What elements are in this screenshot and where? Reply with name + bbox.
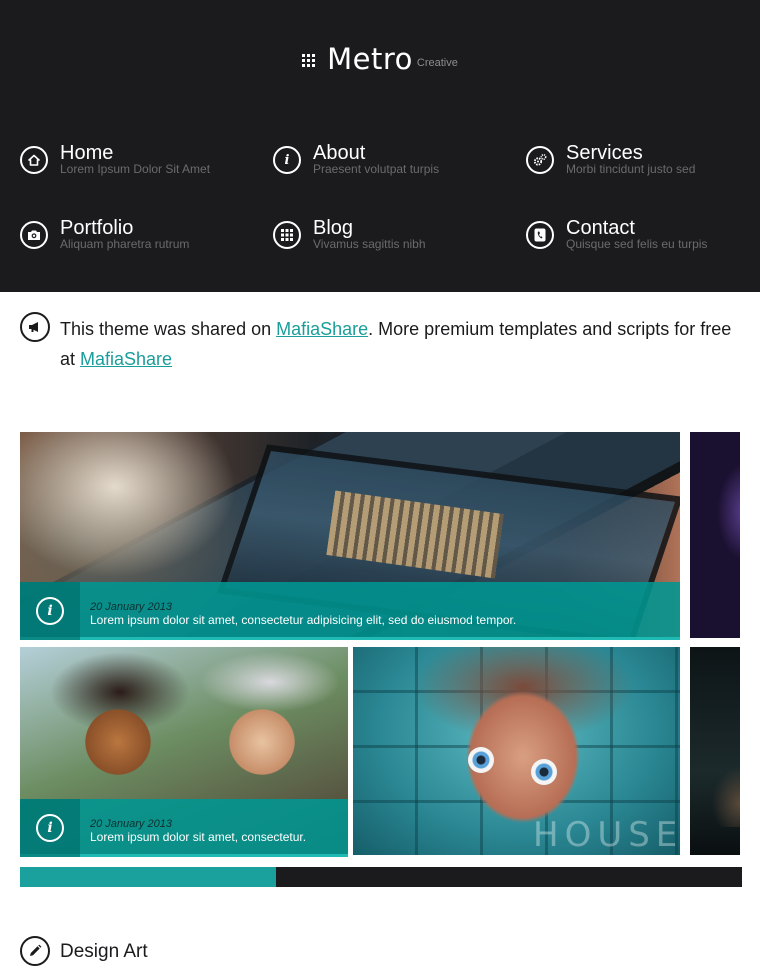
nav-description: Praesent volutpat turpis [313, 162, 440, 176]
nav-description: Quisque sed felis eu turpis [566, 237, 708, 251]
partial-image [712, 767, 740, 827]
mafiashare-link[interactable]: MafiaShare [80, 349, 172, 369]
site-header: Metro Creative Home Lorem Ipsum Dolor Si… [0, 0, 760, 292]
nav-item-portfolio[interactable]: Portfolio Aliquam pharetra rutrum [20, 215, 260, 259]
section-title: Design Art [60, 941, 148, 962]
megaphone-icon [20, 312, 50, 342]
logo-subtitle: Creative [416, 57, 458, 69]
slider-tile-house[interactable]: HOUSE [353, 647, 680, 855]
slider-tile-partial-bottom[interactable] [690, 647, 740, 855]
phone-icon [526, 221, 554, 249]
nav-description: Vivamus sagittis nibh [313, 237, 426, 251]
logo[interactable]: Metro Creative [0, 42, 760, 76]
nav-item-contact[interactable]: Contact Quisque sed felis eu turpis [526, 215, 760, 259]
caption-date: 20 January 2013 [90, 601, 172, 613]
nav-item-services[interactable]: Services Morbi tincidunt justo sed [526, 140, 760, 184]
logo-title: Metro [327, 42, 413, 76]
nav-item-about[interactable]: i About Praesent volutpat turpis [273, 140, 513, 184]
slider-tile-tablet[interactable]: i 20 January 2013 Lorem ipsum dolor sit … [20, 432, 680, 640]
mafiashare-link[interactable]: MafiaShare [276, 319, 368, 339]
tile-caption: i 20 January 2013 Lorem ipsum dolor sit … [20, 799, 348, 857]
tile-caption: i 20 January 2013 Lorem ipsum dolor sit … [20, 582, 680, 640]
grid-icon [273, 221, 301, 249]
home-icon [20, 146, 48, 174]
caption-icon-box: i [20, 799, 80, 857]
nav-item-blog[interactable]: Blog Vivamus sagittis nibh [273, 215, 513, 259]
slider-progress-bar [20, 867, 742, 887]
nav-description: Lorem Ipsum Dolor Sit Amet [60, 162, 211, 176]
caption-text: Lorem ipsum dolor sit amet, consectetur … [90, 613, 517, 627]
nav-description: Aliquam pharetra rutrum [60, 237, 190, 251]
caricature-eye [531, 759, 557, 785]
share-notice: This theme was shared on MafiaShare. Mor… [60, 314, 750, 374]
nav-description: Morbi tincidunt justo sed [566, 162, 696, 176]
info-icon: i [273, 146, 301, 174]
slider-tile-kids[interactable]: i 20 January 2013 Lorem ipsum dolor sit … [20, 647, 348, 857]
caption-text: Lorem ipsum dolor sit amet, consectetur. [90, 830, 307, 844]
caption-date: 20 January 2013 [90, 818, 172, 830]
gears-icon [526, 146, 554, 174]
camera-icon [20, 221, 48, 249]
nav-item-home[interactable]: Home Lorem Ipsum Dolor Sit Amet [20, 140, 260, 184]
caption-icon-box: i [20, 582, 80, 640]
grid-icon [302, 53, 316, 67]
caricature-eye [468, 747, 494, 773]
slider-progress-fill [20, 867, 277, 887]
info-icon[interactable]: i [36, 814, 64, 842]
info-icon[interactable]: i [36, 597, 64, 625]
notice-text-part: This theme was shared on [60, 319, 277, 339]
slider-tile-partial-top[interactable] [690, 432, 740, 638]
house-watermark: HOUSE [533, 815, 680, 855]
pencil-icon [20, 936, 50, 966]
